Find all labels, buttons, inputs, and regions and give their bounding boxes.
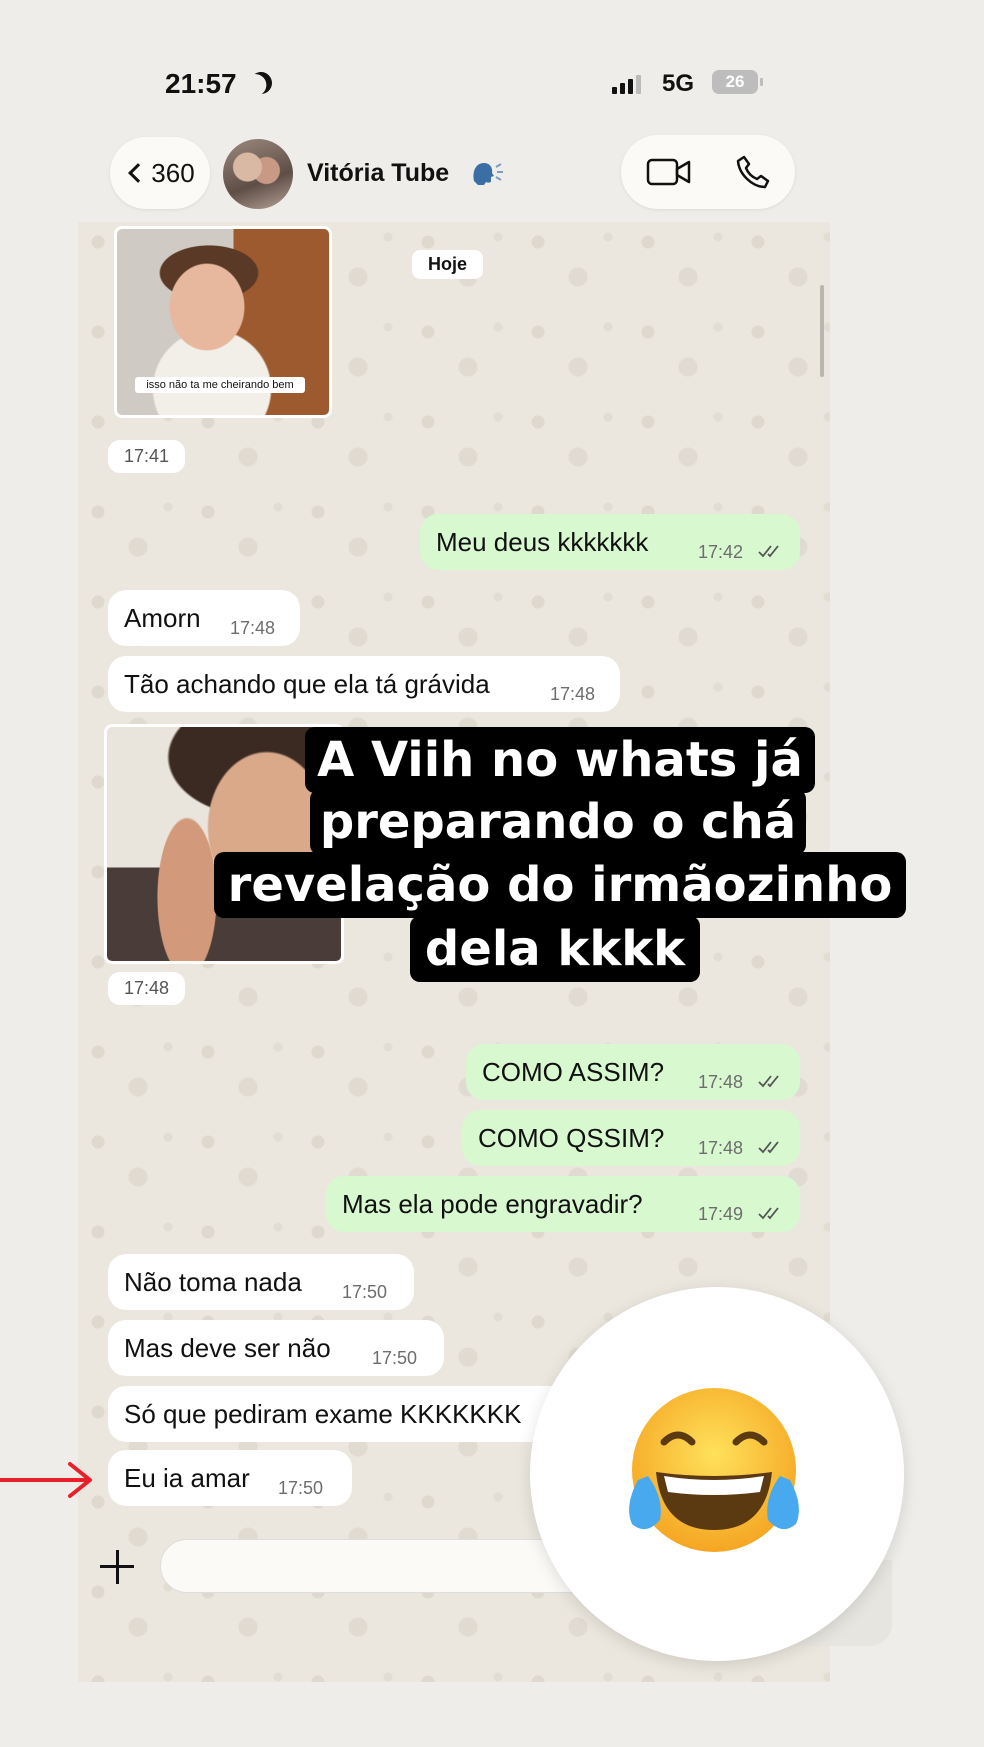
battery-icon: 26 [712, 70, 763, 94]
video-call-icon[interactable] [646, 157, 692, 187]
overlay-caption-line: revelação do irmãozinho [214, 852, 906, 918]
speaking-head-icon [473, 163, 503, 185]
overlay-caption-line: dela kkkk [410, 916, 700, 982]
contact-name[interactable]: Vitória Tube [307, 159, 449, 188]
message-time: 17:50 [278, 1478, 324, 1498]
image-timestamp: 17:41 [108, 440, 186, 473]
overlay-caption-line: A Viih no whats já [305, 727, 815, 793]
message-text: COMO ASSIM? [482, 1057, 665, 1087]
chat-header: 360 Vitória Tube [0, 133, 984, 213]
image-message-baby[interactable]: isso não ta me cheirando bem [114, 226, 332, 418]
message-time: 17:48 [698, 1138, 744, 1158]
message-text: Só que pediram exame KKKKKKK [124, 1399, 522, 1429]
network-label: 5G [662, 70, 695, 97]
scrollbar[interactable] [820, 285, 824, 377]
image-timestamp: 17:48 [108, 972, 186, 1005]
double-check-icon [758, 1207, 779, 1220]
message-time: 17:42 [698, 542, 744, 562]
status-bar: 21:57 5G 26 [0, 68, 984, 108]
message-bubble-in[interactable]: Mas deve ser não 17:50 [108, 1320, 444, 1376]
avatar[interactable] [223, 139, 293, 209]
message-time: 17:48 [550, 684, 596, 704]
face-with-tears-of-joy-icon [629, 1388, 799, 1552]
message-text: Eu ia amar [124, 1463, 250, 1493]
message-time: 17:48 [698, 1072, 744, 1092]
double-check-icon [758, 1141, 779, 1154]
message-bubble-in[interactable]: Só que pediram exame KKKKKKK [108, 1386, 588, 1442]
back-button[interactable]: 360 [110, 137, 210, 209]
message-text: Meu deus kkkkkkk [436, 527, 649, 557]
message-bubble-in[interactable]: Amorn 17:48 [108, 590, 300, 646]
call-actions [621, 135, 795, 209]
date-chip: Hoje [412, 250, 484, 279]
message-bubble-in[interactable]: Eu ia amar 17:50 [108, 1450, 352, 1506]
moon-icon [247, 69, 275, 97]
message-bubble-out[interactable]: COMO ASSIM? 17:48 [466, 1044, 800, 1100]
phone-call-icon[interactable] [734, 153, 772, 191]
message-time: 17:50 [372, 1348, 418, 1368]
chevron-left-icon [128, 163, 149, 183]
message-text: Tão achando que ela tá grávida [124, 669, 490, 699]
double-check-icon [758, 545, 779, 558]
overlay-caption-line: preparando o chá [310, 789, 806, 855]
message-bubble-in[interactable]: Não toma nada 17:50 [108, 1254, 414, 1310]
message-bubble-in[interactable]: Tão achando que ela tá grávida 17:48 [108, 656, 620, 712]
red-arrow-icon [0, 1462, 92, 1498]
message-bubble-out[interactable]: COMO QSSIM? 17:48 [462, 1110, 800, 1166]
message-time: 17:50 [342, 1282, 388, 1302]
message-time: 17:48 [230, 618, 276, 638]
unread-count: 360 [151, 157, 195, 188]
message-bubble-out[interactable]: Mas ela pode engravadir? 17:49 [326, 1176, 800, 1232]
message-text: Amorn [124, 603, 201, 633]
message-bubble-out[interactable]: Meu deus kkkkkkk 17:42 [420, 514, 800, 570]
message-text: Mas deve ser não [124, 1333, 331, 1363]
message-text: Mas ela pode engravadir? [342, 1189, 643, 1219]
message-text: COMO QSSIM? [478, 1123, 665, 1153]
image-caption: isso não ta me cheirando bem [135, 377, 305, 393]
status-time: 21:57 [165, 68, 237, 99]
signal-icon [612, 74, 641, 94]
message-text: Não toma nada [124, 1267, 302, 1297]
plus-icon[interactable] [100, 1550, 134, 1584]
double-check-icon [758, 1075, 779, 1088]
message-time: 17:49 [698, 1204, 744, 1224]
